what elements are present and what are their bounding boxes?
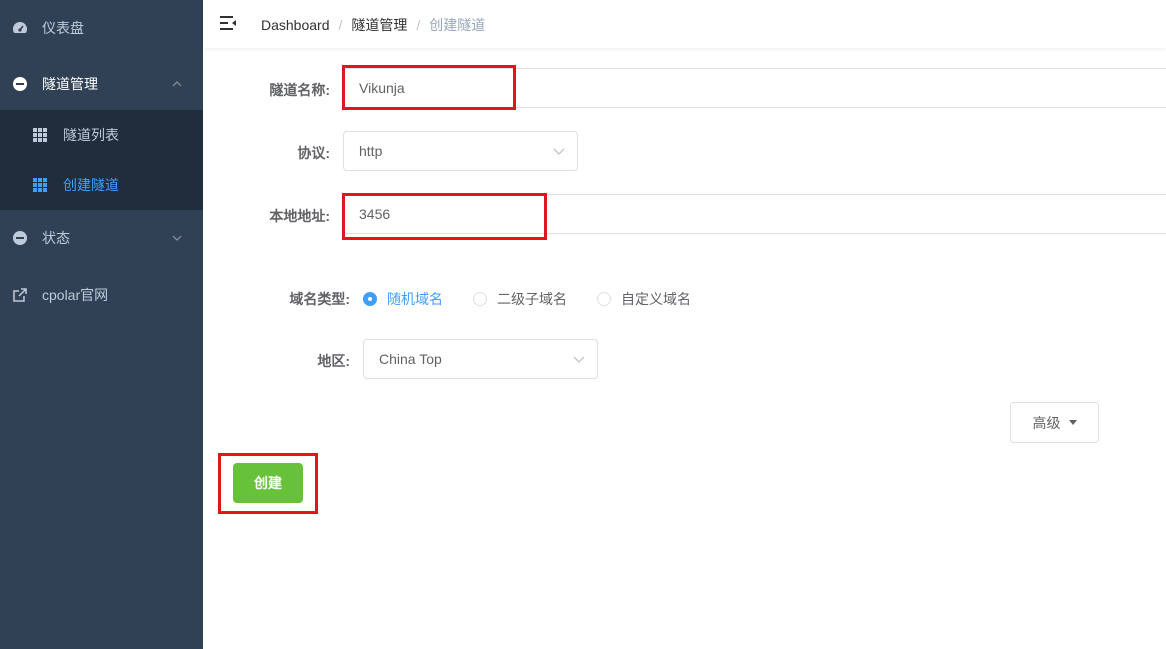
caret-down-icon bbox=[1068, 420, 1077, 425]
sidebar-item-tunnel-management[interactable]: 隧道管理 bbox=[0, 56, 203, 112]
local-address-label: 本地地址: bbox=[269, 208, 330, 224]
radio-subdomain[interactable]: 二级子域名 bbox=[473, 289, 567, 309]
sidebar-item-cpolar-site[interactable]: cpolar官网 bbox=[0, 267, 203, 323]
radio-circle bbox=[597, 292, 611, 306]
sidebar-item-status[interactable]: 状态 bbox=[0, 210, 203, 266]
sidebar-item-create-tunnel[interactable]: 创建隧道 bbox=[0, 160, 203, 210]
protocol-value: http bbox=[359, 143, 383, 159]
tunnel-name-value: Vikunja bbox=[359, 80, 405, 96]
menu-fold-icon[interactable] bbox=[219, 14, 237, 32]
radio-circle bbox=[363, 292, 377, 306]
radio-label: 二级子域名 bbox=[497, 291, 567, 307]
tunnel-name-input[interactable]: Vikunja bbox=[343, 68, 1166, 108]
radio-circle bbox=[473, 292, 487, 306]
chevron-down-icon bbox=[553, 148, 565, 155]
breadcrumb-separator: / bbox=[338, 17, 343, 33]
sidebar-item-label: 仪表盘 bbox=[42, 20, 84, 36]
breadcrumb-separator: / bbox=[416, 17, 421, 33]
region-select[interactable]: China Top bbox=[363, 339, 598, 379]
domain-type-label: 域名类型: bbox=[289, 291, 350, 307]
chevron-up-icon bbox=[172, 81, 182, 87]
sidebar: 仪表盘 隧道管理 隧道列表 创建隧道 状态 cpolar官网 bbox=[0, 0, 203, 649]
protocol-select[interactable]: http bbox=[343, 131, 578, 171]
external-link-icon bbox=[13, 288, 27, 302]
sidebar-item-tunnel-list[interactable]: 隧道列表 bbox=[0, 110, 203, 160]
radio-label: 自定义域名 bbox=[621, 291, 691, 307]
breadcrumb-item-create-tunnel: 创建隧道 bbox=[429, 17, 486, 33]
tunnel-name-label: 隧道名称: bbox=[269, 82, 330, 98]
breadcrumb-item-dashboard[interactable]: Dashboard bbox=[261, 17, 330, 33]
region-label: 地区: bbox=[317, 353, 350, 369]
radio-label: 随机域名 bbox=[387, 291, 443, 307]
local-address-value: 3456 bbox=[359, 206, 391, 222]
radio-custom-domain[interactable]: 自定义域名 bbox=[597, 289, 691, 309]
advanced-button[interactable]: 高级 bbox=[1010, 402, 1099, 443]
table-icon bbox=[33, 178, 47, 192]
create-button[interactable]: 创建 bbox=[233, 463, 303, 503]
sidebar-item-dashboard[interactable]: 仪表盘 bbox=[0, 0, 203, 56]
protocol-label: 协议: bbox=[297, 145, 330, 161]
radio-random-domain[interactable]: 随机域名 bbox=[363, 289, 443, 309]
sidebar-item-label: 状态 bbox=[42, 230, 70, 246]
tunnel-icon bbox=[13, 77, 27, 91]
sidebar-item-label: 隧道列表 bbox=[63, 127, 119, 143]
local-address-input[interactable]: 3456 bbox=[343, 194, 1166, 234]
advanced-label: 高级 bbox=[1032, 414, 1061, 431]
table-icon bbox=[33, 128, 47, 142]
sidebar-item-label: 创建隧道 bbox=[63, 177, 119, 193]
navbar: Dashboard / 隧道管理 / 创建隧道 bbox=[203, 0, 1166, 48]
sidebar-item-label: cpolar官网 bbox=[42, 287, 109, 303]
breadcrumb-item-tunnel-management[interactable]: 隧道管理 bbox=[351, 15, 407, 35]
region-value: China Top bbox=[379, 351, 442, 367]
sidebar-item-label: 隧道管理 bbox=[42, 76, 98, 92]
status-icon bbox=[13, 231, 27, 245]
chevron-down-icon bbox=[172, 235, 182, 241]
breadcrumb: Dashboard / 隧道管理 / 创建隧道 bbox=[261, 15, 485, 35]
chevron-down-icon bbox=[573, 356, 585, 363]
dashboard-icon bbox=[13, 22, 27, 33]
